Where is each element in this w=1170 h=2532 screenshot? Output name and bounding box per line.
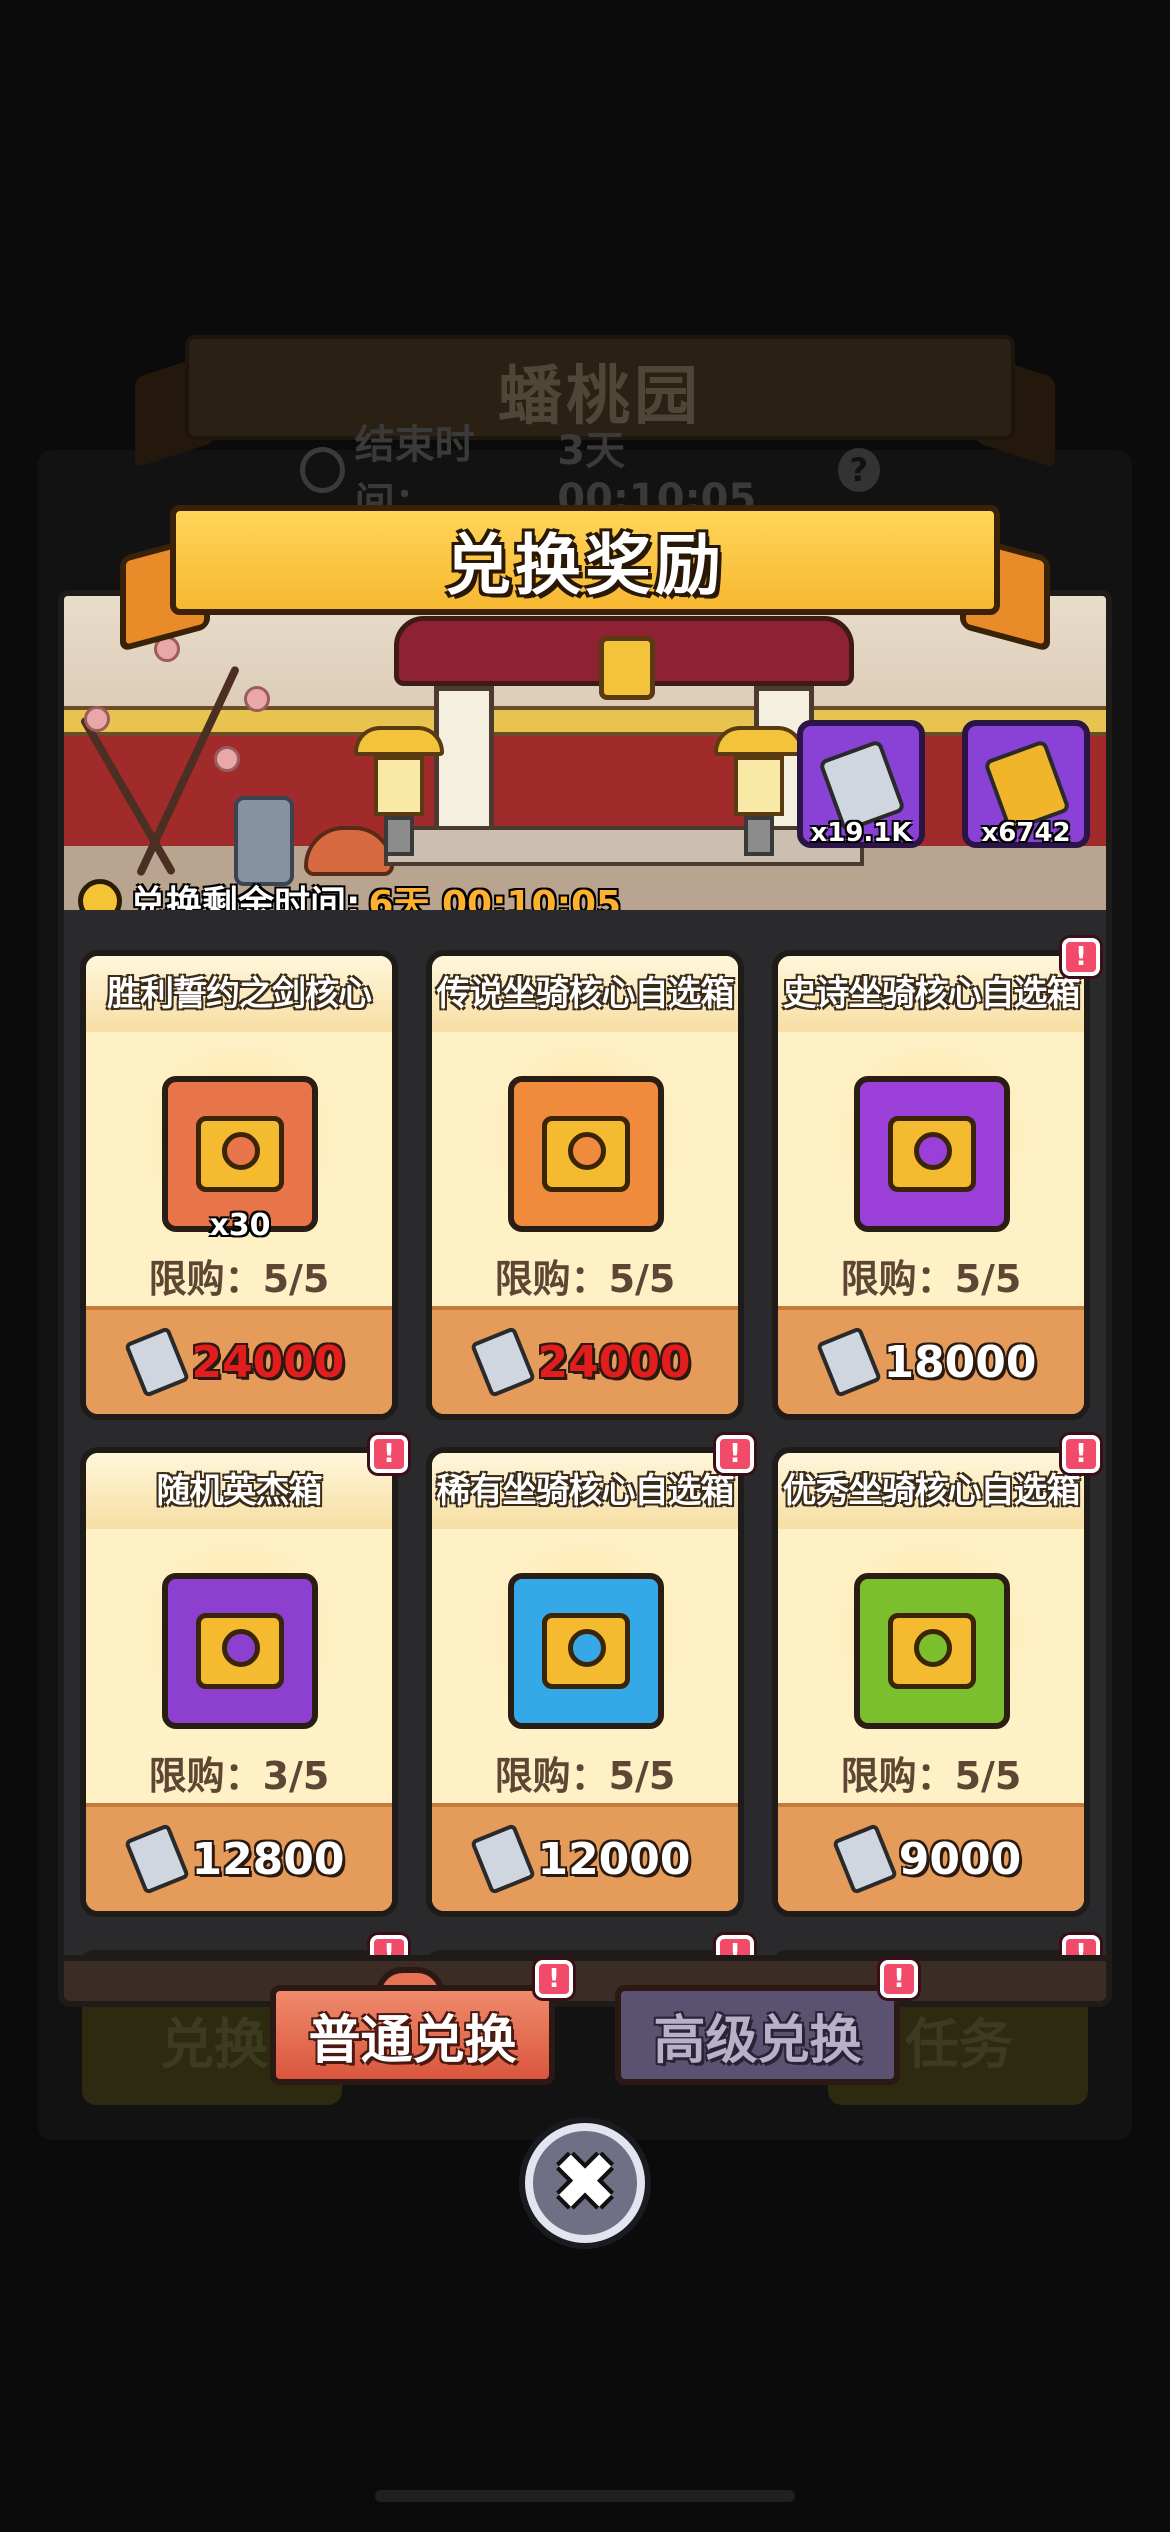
silver-ticket-icon [816,1326,883,1398]
random-hero-chest-icon [162,1573,318,1729]
buy-button[interactable]: 24000 [432,1306,738,1414]
tab-advanced-exchange[interactable]: 高级兑换 [615,1985,900,2085]
rare-chest-icon [508,1573,664,1729]
purchase-limit: 限购：3/5 [148,1754,330,1798]
alert-badge: ! [716,1435,754,1473]
home-indicator[interactable] [375,2490,795,2502]
blossom [244,686,270,712]
chest-emblem [914,1132,952,1170]
item-price: 12000 [537,1833,691,1885]
purchase-limit: 限购：5/5 [148,1257,330,1301]
background-timer: 结束时间： 3天 00:10:05 ? [300,422,880,526]
gate-plaque [599,636,655,700]
silver-ticket-icon [124,1326,191,1398]
item-name: 稀有坐骑核心自选箱 [432,1453,738,1529]
excellent-chest-icon [854,1573,1010,1729]
background-tab-left-label: 兑换 [160,2013,268,2076]
alert-badge: ! [1062,1435,1100,1473]
item-card[interactable]: 稀有坐骑核心自选箱 限购：5/5 12000 [426,1447,744,1917]
buy-button[interactable]: 24000 [86,1306,392,1414]
page-title: 兑换奖励 [445,527,725,604]
item-card[interactable]: 传说坐骑核心自选箱 限购：5/5 24000 [426,950,744,1420]
silver-ticket-icon [124,1823,191,1895]
item-card[interactable]: 胜利誓约之剑核心 x30 限购：5/5 24000 [80,950,398,1420]
chest-emblem [914,1629,952,1667]
purchase-limit: 限购：5/5 [840,1754,1022,1798]
buy-button[interactable]: 12000 [432,1803,738,1911]
item-price: 12800 [191,1833,345,1885]
chest-emblem [222,1629,260,1667]
chest-emblem [568,1132,606,1170]
item-name: 优秀坐骑核心自选箱 [778,1453,1084,1529]
purchase-limit: 限购：5/5 [494,1754,676,1798]
garden-scene [58,590,1112,910]
item-name: 史诗坐骑核心自选箱 [778,956,1084,1032]
chest-emblem [568,1629,606,1667]
item-card[interactable]: 随机英杰箱 限购：3/5 12800 [80,1447,398,1917]
alert-badge: ! [880,1960,918,1998]
item-name: 胜利誓约之剑核心 [86,956,392,1032]
currency-gold-ticket[interactable]: x6742 [962,720,1090,848]
item-card[interactable]: 史诗坐骑核心自选箱 限购：5/5 18000 [772,950,1090,1420]
item-price: 18000 [883,1336,1037,1388]
purchase-limit: 限购：5/5 [494,1257,676,1301]
currency-amount: x6742 [981,818,1071,848]
lantern [714,726,804,856]
alert-badge: ! [1062,938,1100,976]
item-price: 24000 [537,1336,691,1388]
alert-badge: ! [370,1435,408,1473]
close-icon: ✖ [552,2138,618,2228]
item-name: 随机英杰箱 [86,1453,392,1529]
alert-badge: ! [535,1960,573,1998]
tab-normal-exchange[interactable]: 普通兑换 [270,1985,555,2085]
item-card[interactable]: 优秀坐骑核心自选箱 限购：5/5 9000 [772,1447,1090,1917]
blossom [84,706,110,732]
buy-button[interactable]: 12800 [86,1803,392,1911]
chest-emblem [222,1132,260,1170]
item-name: 传说坐骑核心自选箱 [432,956,738,1032]
item-quantity: x30 [209,1208,271,1243]
silver-ticket-icon [470,1823,537,1895]
buy-button[interactable]: 18000 [778,1306,1084,1414]
blossom [214,746,240,772]
lantern [354,726,444,856]
currency-silver-ticket[interactable]: x19.1K [797,720,925,848]
silver-ticket-icon [831,1823,898,1895]
close-button[interactable]: ✖ [525,2123,645,2243]
background-tab-right-label: 任务 [905,2013,1013,2076]
help-icon: ? [837,448,880,492]
legendary-chest-icon [508,1076,664,1232]
silver-ticket-icon [470,1326,537,1398]
clock-icon [300,447,345,493]
epic-chest-icon [854,1076,1010,1232]
background-blurred-text [0,160,1170,270]
purchase-limit: 限购：5/5 [840,1257,1022,1301]
item-price: 9000 [898,1833,1022,1885]
item-price: 24000 [191,1336,345,1388]
buy-button[interactable]: 9000 [778,1803,1084,1911]
currency-amount: x19.1K [810,818,912,848]
grid-footer [58,1955,1112,2007]
